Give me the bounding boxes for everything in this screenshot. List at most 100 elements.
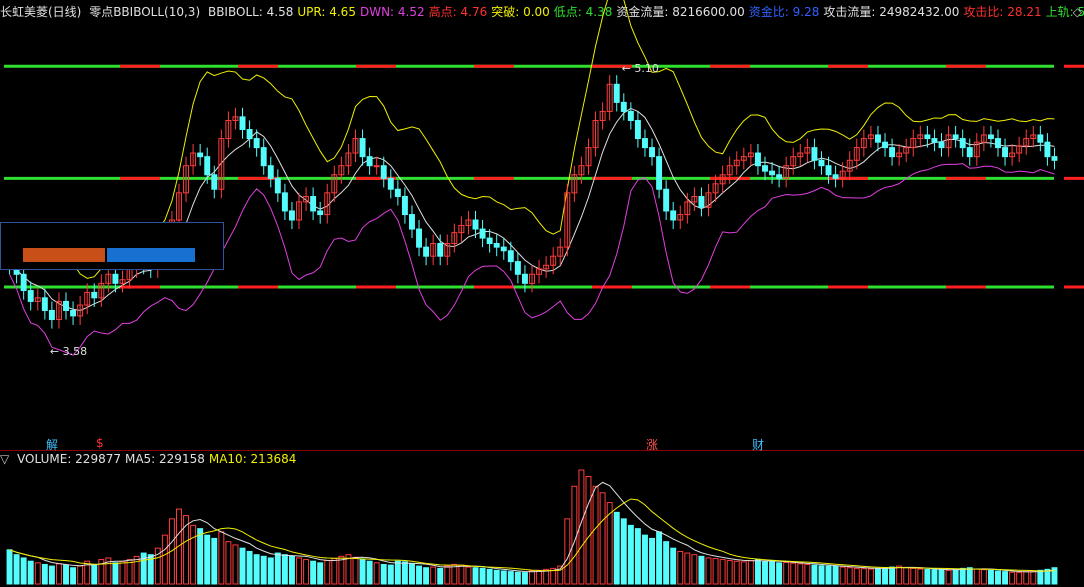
volume-bar-18 bbox=[133, 555, 140, 585]
candle-body-67 bbox=[479, 228, 486, 239]
volume-bar-104 bbox=[740, 561, 747, 585]
volume-bar-8 bbox=[63, 564, 69, 585]
candle-body-125 bbox=[889, 147, 896, 158]
candle-body-33 bbox=[239, 116, 246, 131]
candle-body-130 bbox=[924, 134, 931, 140]
volume-item-0: VOLUME: 229877 bbox=[17, 452, 121, 466]
candle-body-50 bbox=[359, 138, 366, 158]
candle-body-5 bbox=[41, 297, 48, 311]
volume-bar-84 bbox=[599, 492, 606, 585]
volume-bar-129 bbox=[917, 568, 924, 585]
volume-bar-42 bbox=[303, 559, 310, 585]
candle-body-91 bbox=[649, 147, 655, 158]
volume-bar-95 bbox=[677, 550, 684, 585]
candle-body-109 bbox=[776, 174, 783, 179]
volume-bar-91 bbox=[649, 537, 655, 585]
volume-bar-28 bbox=[204, 534, 211, 585]
volume-bar-7 bbox=[55, 563, 62, 585]
volume-bar-83 bbox=[592, 485, 599, 585]
volume-bar-113 bbox=[804, 563, 811, 585]
candle-body-12 bbox=[91, 291, 98, 299]
volume-bar-98 bbox=[698, 555, 705, 585]
volume-bar-121 bbox=[860, 568, 867, 585]
volume-bar-70 bbox=[500, 570, 507, 585]
volume-bar-105 bbox=[747, 560, 754, 585]
candle-body-37 bbox=[267, 165, 274, 179]
volume-bar-132 bbox=[938, 569, 945, 585]
candle-body-52 bbox=[373, 165, 380, 168]
volume-bar-1 bbox=[13, 554, 20, 585]
volume-bar-127 bbox=[903, 567, 910, 585]
volume-bar-9 bbox=[70, 567, 77, 585]
volume-bar-117 bbox=[832, 565, 839, 585]
volume-bar-80 bbox=[571, 485, 578, 585]
candle-body-56 bbox=[401, 195, 408, 216]
volume-bar-111 bbox=[790, 562, 797, 585]
volume-bar-26 bbox=[190, 524, 197, 585]
candle-body-108 bbox=[769, 170, 776, 176]
candle-body-90 bbox=[641, 138, 648, 149]
volume-bar-34 bbox=[246, 550, 253, 585]
volume-bar-86 bbox=[613, 511, 620, 585]
volume-bar-145 bbox=[1030, 570, 1037, 585]
volume-bar-107 bbox=[762, 560, 768, 585]
volume-bar-141 bbox=[1002, 571, 1009, 585]
volume-bar-123 bbox=[874, 567, 881, 585]
candle-body-40 bbox=[288, 210, 295, 221]
marker-zhang[interactable]: 涨 bbox=[646, 436, 658, 453]
volume-bar-124 bbox=[882, 567, 888, 585]
candle-body-94 bbox=[670, 210, 677, 221]
candle-body-28 bbox=[204, 156, 211, 176]
candle-body-86 bbox=[613, 83, 620, 103]
candle-body-71 bbox=[507, 250, 514, 263]
candle-body-98 bbox=[698, 195, 705, 208]
volume-bar-138 bbox=[980, 569, 987, 585]
marker-cai[interactable]: 财 bbox=[752, 436, 764, 453]
candle-body-39 bbox=[281, 192, 288, 212]
volume-ma5-line bbox=[9, 481, 1055, 573]
marker-jie[interactable]: 解 bbox=[46, 436, 58, 453]
volume-bar-97 bbox=[691, 554, 698, 585]
volume-bar-89 bbox=[634, 528, 641, 585]
volume-bar-63 bbox=[451, 563, 458, 585]
volume-bar-130 bbox=[924, 568, 931, 585]
volume-bar-16 bbox=[119, 560, 126, 585]
volume-bar-27 bbox=[197, 528, 204, 585]
volume-bar-3 bbox=[27, 560, 34, 585]
volume-bar-10 bbox=[77, 565, 84, 585]
capital-flow-panel bbox=[0, 222, 224, 270]
candle-body-87 bbox=[620, 101, 627, 112]
candlestick-chart[interactable]: ← 5.10 ← 3.58 bbox=[0, 0, 1084, 587]
candle-body-93 bbox=[663, 188, 670, 212]
volume-bar-15 bbox=[112, 562, 119, 585]
volume-bar-68 bbox=[486, 568, 493, 585]
volume-bar-71 bbox=[507, 571, 514, 585]
volume-bar-22 bbox=[161, 534, 168, 585]
candle-body-139 bbox=[987, 134, 994, 140]
volume-bar-103 bbox=[733, 560, 740, 585]
volume-bar-139 bbox=[987, 569, 994, 585]
volume-bar-50 bbox=[359, 559, 366, 585]
volume-bar-119 bbox=[846, 567, 853, 585]
volume-bar-38 bbox=[274, 552, 281, 585]
candle-body-140 bbox=[995, 138, 1001, 149]
volume-bar-116 bbox=[825, 565, 832, 585]
candle-body-66 bbox=[472, 219, 479, 230]
marker-dollar[interactable]: $ bbox=[96, 436, 104, 450]
candle-body-3 bbox=[27, 290, 34, 302]
volume-bar-67 bbox=[479, 567, 486, 585]
volume-bar-143 bbox=[1016, 572, 1023, 585]
volume-bar-82 bbox=[585, 476, 592, 585]
volume-bar-100 bbox=[712, 558, 719, 585]
candle-body-88 bbox=[627, 110, 634, 121]
candle-body-135 bbox=[959, 138, 966, 149]
volume-item-2: MA10: 213684 bbox=[208, 452, 297, 466]
volume-bar-110 bbox=[783, 562, 790, 585]
volume-bar-118 bbox=[839, 566, 846, 585]
volume-bar-73 bbox=[521, 572, 528, 585]
volume-toggle-icon[interactable]: ▽ bbox=[0, 452, 9, 466]
volume-bar-140 bbox=[995, 570, 1001, 585]
volume-bar-94 bbox=[670, 547, 677, 585]
volume-bar-144 bbox=[1023, 571, 1030, 585]
volume-bar-72 bbox=[514, 571, 521, 585]
